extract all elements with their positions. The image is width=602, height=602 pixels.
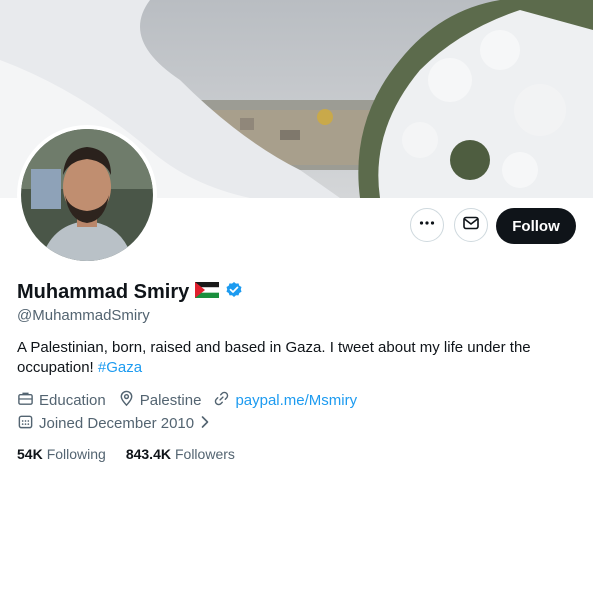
link-icon [213, 390, 230, 411]
follow-stats: 54K Following 843.4K Followers [17, 446, 255, 462]
website-item[interactable]: paypal.me/Msmiry [213, 390, 357, 411]
chevron-right-icon [199, 415, 211, 433]
followers-label: Followers [174, 446, 235, 462]
avatar[interactable] [21, 129, 153, 261]
category-item: Education [17, 390, 106, 411]
display-name: Muhammad Smiry [17, 281, 190, 303]
location-item: Palestine [118, 390, 202, 411]
location-pin-icon [118, 390, 135, 411]
name-row: Muhammad Smiry [17, 281, 243, 304]
briefcase-icon [17, 390, 34, 411]
hashtag-link[interactable]: #Gaza [98, 359, 142, 376]
joined-date: Joined December 2010 [39, 415, 195, 432]
followers-count: 843.4K [125, 446, 171, 462]
following-stat[interactable]: 54K Following [17, 446, 106, 462]
more-button[interactable] [410, 208, 444, 242]
calendar-icon [17, 413, 34, 434]
avatar-frame [17, 125, 157, 265]
username-handle: @MuhammadSmiry [17, 307, 150, 324]
palestine-flag-icon [195, 282, 220, 303]
envelope-icon [462, 214, 480, 237]
joined-row[interactable]: Joined December 2010 [17, 413, 223, 434]
profile-bio: A Palestinian, born, raised and based in… [17, 338, 577, 378]
website-link[interactable]: paypal.me/Msmiry [235, 392, 357, 409]
following-count: 54K [17, 446, 43, 462]
profile-meta-row: Education Palestine paypal.me/Msmiry [17, 390, 369, 411]
follow-button[interactable]: Follow [496, 208, 576, 244]
joined-item[interactable]: Joined December 2010 [17, 413, 211, 434]
bio-text: A Palestinian, born, raised and based in… [17, 339, 531, 376]
verified-badge-icon[interactable] [225, 281, 243, 304]
followers-stat[interactable]: 843.4K Followers [126, 446, 235, 462]
location-label: Palestine [139, 392, 202, 409]
following-label: Following [46, 446, 106, 462]
category-label: Education [39, 392, 106, 409]
more-icon [418, 214, 436, 237]
message-button[interactable] [454, 208, 488, 242]
